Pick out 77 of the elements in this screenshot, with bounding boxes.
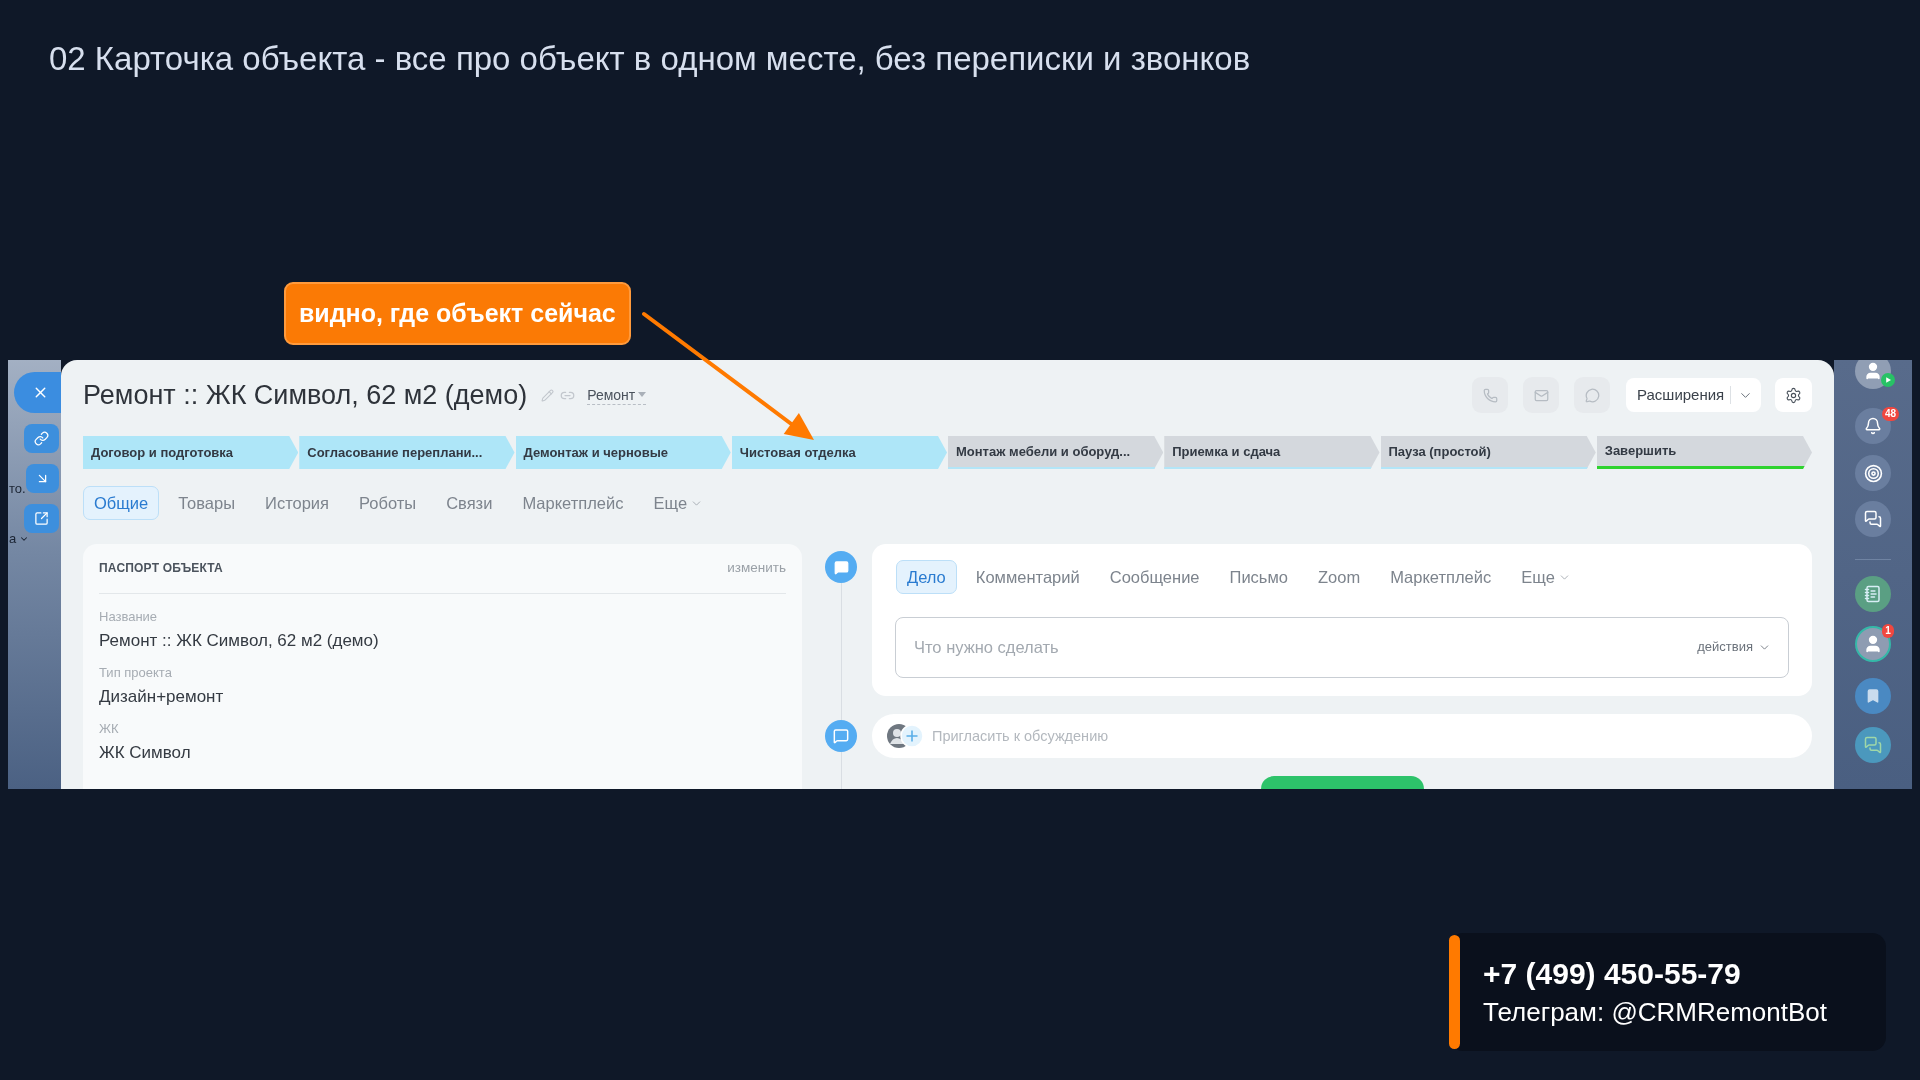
invite-field[interactable]: Пригласить к обсуждению	[872, 714, 1812, 758]
toolbar-button[interactable]	[24, 504, 59, 533]
settings-icon	[1785, 386, 1802, 404]
field-value: Дизайн+ремонт	[99, 686, 224, 708]
avatar-button[interactable]	[1855, 626, 1891, 662]
tab[interactable]: Маркетплейс	[511, 486, 635, 520]
tab[interactable]: Письмо	[1218, 560, 1299, 594]
notification-count: 48	[1881, 407, 1899, 421]
chat-button[interactable]	[1855, 501, 1891, 537]
tab[interactable]: Общие	[83, 486, 160, 520]
section-title: ПАСПОРТ ОБЪЕКТА	[99, 560, 223, 577]
bookmark-icon	[1865, 688, 1881, 704]
pipeline-stage[interactable]: Согласование переплани...	[299, 436, 515, 469]
text-fragment: а	[9, 532, 17, 546]
link-icon	[34, 431, 49, 446]
phone-icon	[1482, 387, 1498, 403]
toolbar-button[interactable]	[24, 424, 59, 453]
pipeline-stage[interactable]: Чистовая отделка	[731, 436, 947, 469]
add-participant-icon	[886, 723, 924, 749]
text-fragment: то.	[9, 482, 26, 496]
chat-icon	[1864, 736, 1882, 754]
pipeline-stage[interactable]: Монтаж мебели и оборуд...	[948, 436, 1164, 469]
slide-title: 02 Карточка объекта - все про объект в одном месте, без переписки и звонков	[49, 39, 1251, 79]
chat-icon	[1584, 387, 1600, 403]
tab[interactable]: Маркетплейс	[1379, 560, 1503, 594]
tab[interactable]: Еще	[642, 486, 715, 520]
sidebar-button[interactable]	[1855, 455, 1891, 491]
notes-button[interactable]	[1855, 576, 1891, 612]
target-icon	[1863, 463, 1883, 483]
pipeline-stage[interactable]: Договор и подготовка	[83, 436, 299, 469]
notebook-icon	[1864, 585, 1882, 603]
pencil-icon[interactable]	[541, 388, 555, 402]
user-icon	[1863, 634, 1883, 654]
mail-icon	[1533, 387, 1549, 403]
pipeline-stage[interactable]: Завершить	[1596, 436, 1812, 469]
call-button[interactable]	[1472, 377, 1508, 413]
field-label: ЖК	[99, 720, 119, 738]
messages-button[interactable]	[1855, 727, 1891, 763]
close-button[interactable]	[14, 372, 61, 413]
add-task-button[interactable]	[1260, 776, 1424, 789]
tab[interactable]: Связи	[435, 486, 504, 520]
user-icon	[1863, 361, 1883, 381]
tab[interactable]: Zoom	[1307, 560, 1372, 594]
toolbar-button[interactable]	[25, 464, 59, 493]
play-badge-icon	[1881, 373, 1895, 387]
actions-dropdown[interactable]: действия	[1697, 638, 1771, 656]
edit-link[interactable]: изменить	[727, 557, 786, 579]
phone-number: +7 (499) 450-55-79	[1483, 956, 1742, 992]
extensions-button[interactable]: Расширения	[1626, 378, 1761, 412]
field-label: Тип проекта	[99, 664, 172, 682]
external-link-icon	[34, 511, 49, 526]
email-button[interactable]	[1523, 377, 1559, 413]
settings-button[interactable]	[1775, 378, 1812, 412]
message-count: 1	[1882, 624, 1894, 638]
card-title: Ремонт :: ЖК Символ, 62 м2 (демо)	[83, 378, 528, 412]
field-value: Ремонт :: ЖК Символ, 62 м2 (демо)	[99, 630, 379, 652]
category-dropdown[interactable]: Ремонт	[587, 385, 647, 405]
bookmarks-button[interactable]	[1855, 678, 1891, 714]
tab[interactable]: Комментарий	[964, 560, 1091, 594]
tab[interactable]: История	[254, 486, 341, 520]
field-label: Название	[99, 608, 158, 626]
tab[interactable]: Сообщение	[1098, 560, 1211, 594]
bell-icon	[1864, 417, 1882, 435]
pipeline-stage[interactable]: Демонтаж и черновые	[515, 436, 731, 469]
timeline-marker-icon	[825, 551, 857, 583]
tab[interactable]: Дело	[896, 560, 957, 594]
pipeline-stage[interactable]: Пауза (простой)	[1380, 436, 1596, 469]
pipeline-stage[interactable]: Приемка и сдача	[1164, 436, 1380, 469]
callout-label: видно, где объект сейчас	[284, 282, 631, 345]
chat-icon	[1864, 510, 1882, 528]
timeline-marker-icon	[825, 720, 857, 752]
tab[interactable]: Еще	[1510, 560, 1582, 594]
tab[interactable]: Товары	[167, 486, 247, 520]
field-value: ЖК Символ	[99, 742, 191, 764]
telegram-handle: Телеграм: @CRMRemontBot	[1483, 996, 1828, 1028]
caret-icon	[638, 392, 647, 397]
tab[interactable]: Роботы	[348, 486, 428, 520]
